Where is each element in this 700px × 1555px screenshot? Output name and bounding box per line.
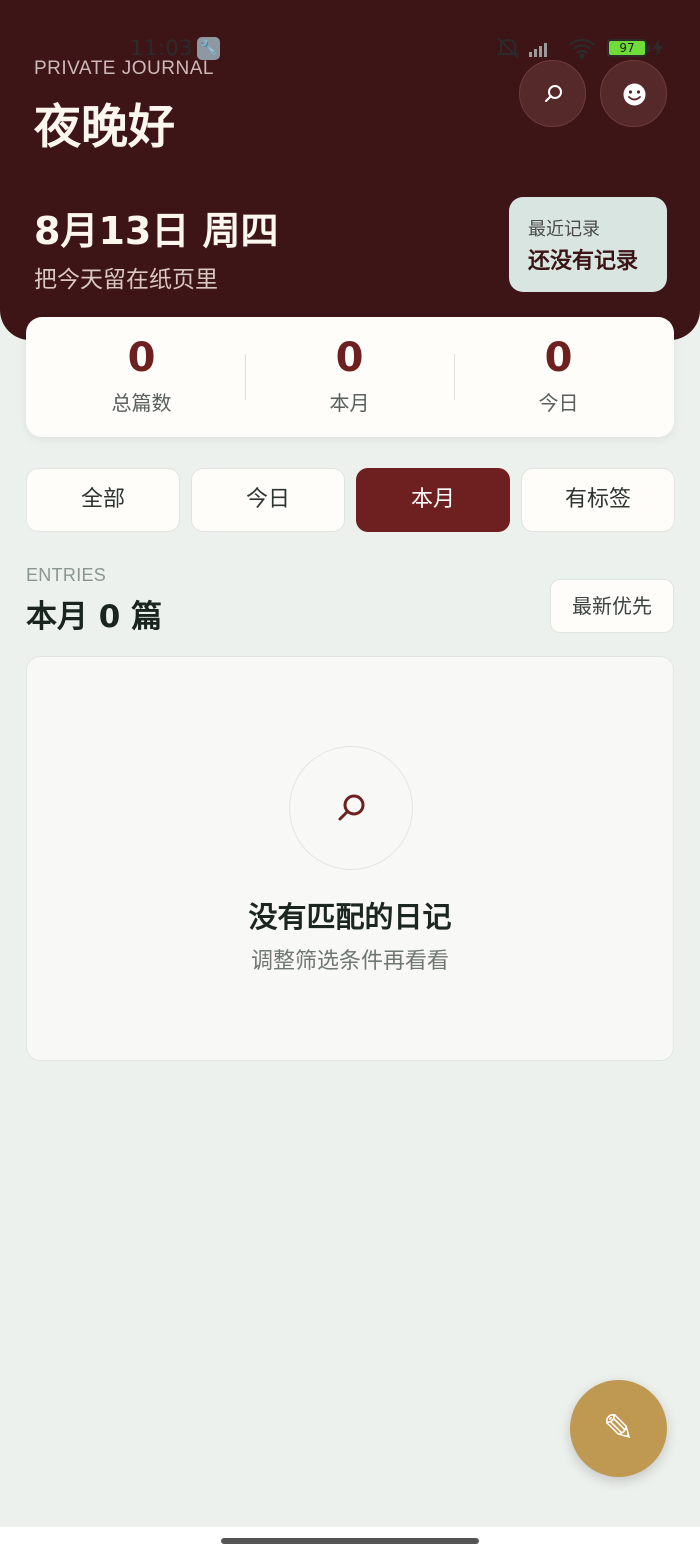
sort-button[interactable]: 最新优先 [550,579,674,633]
empty-icon-circle [289,746,413,870]
empty-state-card: 没有匹配的日记 调整筛选条件再看看 [26,656,674,1061]
stat-label: 总篇数 [111,391,172,415]
stat-value: 0 [335,335,364,381]
search-button[interactable] [519,60,586,127]
stat-label: 今日 [538,391,579,415]
stat-month: 0 本月 [245,317,454,437]
stat-value: 0 [127,335,156,381]
search-icon [545,85,562,102]
charging-icon [653,39,663,57]
profile-button[interactable] [600,60,667,127]
wrench-icon: 🔧 [197,37,220,60]
filter-month[interactable]: 本月 [356,468,510,532]
header-eyebrow: PRIVATE JOURNAL [34,58,214,79]
filter-tagged[interactable]: 有标签 [521,468,675,532]
header-subtitle: 把今天留在纸页里 [34,267,218,293]
stat-label: 本月 [329,391,370,415]
filter-today[interactable]: 今日 [191,468,345,532]
signal-icon [529,43,547,57]
filter-all[interactable]: 全部 [26,468,180,532]
new-entry-fab[interactable]: ✎ [570,1380,667,1477]
status-time: 11:03 [130,36,194,60]
recent-label: 最近记录 [528,219,600,240]
home-indicator[interactable] [221,1538,479,1544]
empty-state-title: 没有匹配的日记 [248,900,452,934]
stat-total: 0 总篇数 [37,317,246,437]
empty-state-subtitle: 调整筛选条件再看看 [250,949,449,974]
mute-icon [496,37,520,59]
recent-value: 还没有记录 [528,249,639,274]
current-date: 8月13日 周四 [34,209,279,253]
search-icon [338,794,365,821]
stat-today: 0 今日 [454,317,663,437]
status-icons [495,36,605,60]
stats-card: 0 总篇数 0 本月 0 今日 [26,317,674,437]
greeting-title: 夜晚好 [34,100,175,155]
recent-entry-card[interactable]: 最近记录 还没有记录 [509,197,667,292]
smiley-icon [623,83,646,106]
wifi-icon [568,38,596,59]
entries-title: 本月 0 篇 [26,599,163,635]
battery-icon: 97 [607,39,650,57]
entries-eyebrow: ENTRIES [26,565,107,585]
pencil-icon: ✎ [602,1406,635,1450]
stat-value: 0 [544,335,573,381]
